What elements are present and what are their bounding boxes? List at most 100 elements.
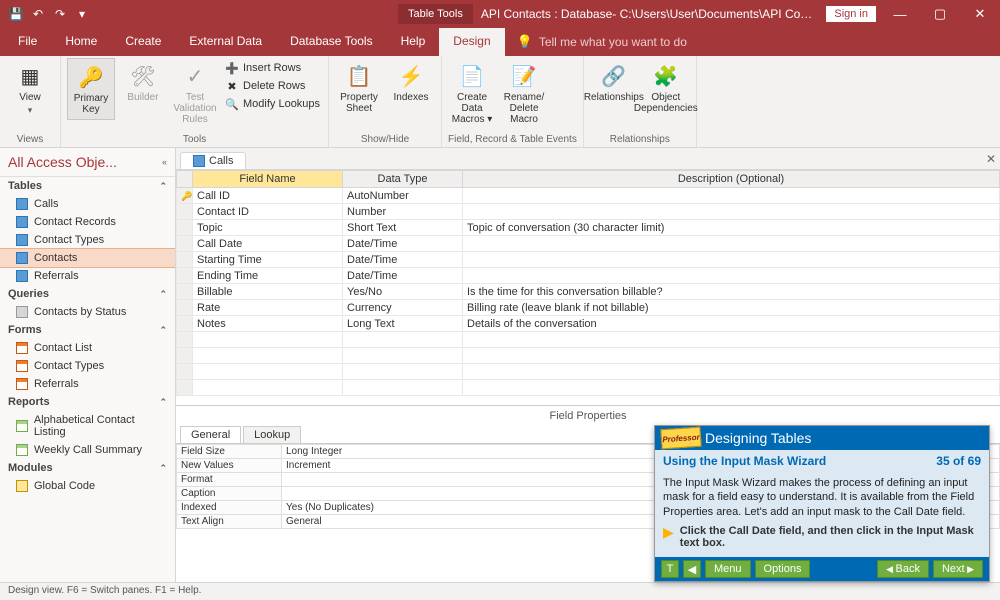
cell-field-name[interactable]: Starting Time — [193, 252, 343, 268]
cell-field-name[interactable]: Call Date — [193, 236, 343, 252]
table-row[interactable]: TopicShort TextTopic of conversation (30… — [177, 220, 1000, 236]
close-button[interactable]: ✕ — [960, 0, 1000, 28]
cell-field-name[interactable]: Rate — [193, 300, 343, 316]
cell-description[interactable]: Is the time for this conversation billab… — [463, 284, 1000, 300]
navpane-item[interactable]: Calls — [0, 195, 175, 213]
navpane-item[interactable]: Alphabetical Contact Listing — [0, 411, 175, 441]
row-selector[interactable] — [177, 220, 193, 236]
cell-description[interactable]: Details of the conversation — [463, 316, 1000, 332]
modify-lookups-button[interactable]: 🔍Modify Lookups — [223, 96, 322, 112]
tutorial-next-button[interactable]: Next — [933, 560, 983, 578]
undo-icon[interactable]: ↶ — [30, 6, 46, 22]
table-row[interactable]: Starting TimeDate/Time — [177, 252, 1000, 268]
property-sheet-button[interactable]: 📋 Property Sheet — [335, 58, 383, 118]
tab-help[interactable]: Help — [387, 28, 440, 56]
navpane-item[interactable]: Contact Types — [0, 357, 175, 375]
create-data-macros-button[interactable]: 📄 Create Data Macros ▾ — [448, 58, 496, 129]
close-document-button[interactable]: ✕ — [986, 152, 996, 166]
tab-home[interactable]: Home — [51, 28, 111, 56]
table-row[interactable]: Ending TimeDate/Time — [177, 268, 1000, 284]
cell-field-name[interactable]: Ending Time — [193, 268, 343, 284]
indexes-button[interactable]: ⚡ Indexes — [387, 58, 435, 107]
fp-tab-general[interactable]: General — [180, 426, 241, 443]
cell-description[interactable] — [463, 268, 1000, 284]
navpane-group-forms[interactable]: Forms⌃ — [0, 321, 175, 339]
cell-description[interactable]: Billing rate (leave blank if not billabl… — [463, 300, 1000, 316]
col-description[interactable]: Description (Optional) — [463, 171, 1000, 188]
cell-data-type[interactable]: Date/Time — [343, 268, 463, 284]
table-row[interactable]: NotesLong TextDetails of the conversatio… — [177, 316, 1000, 332]
row-selector[interactable] — [177, 236, 193, 252]
row-selector[interactable] — [177, 204, 193, 220]
tutorial-back-button[interactable]: Back — [877, 560, 929, 578]
cell-description[interactable] — [463, 188, 1000, 204]
design-grid[interactable]: Field Name Data Type Description (Option… — [176, 170, 1000, 406]
cell-data-type[interactable]: Long Text — [343, 316, 463, 332]
minimize-button[interactable]: — — [880, 0, 920, 28]
row-selector[interactable] — [177, 188, 193, 204]
cell-data-type[interactable]: Yes/No — [343, 284, 463, 300]
tell-me-search[interactable]: 💡 Tell me what you want to do — [505, 28, 687, 56]
table-row[interactable]: Call DateDate/Time — [177, 236, 1000, 252]
chevron-left-icon[interactable]: « — [162, 157, 167, 167]
col-field-name[interactable]: Field Name — [193, 171, 343, 188]
table-row-empty[interactable] — [177, 348, 1000, 364]
cell-field-name[interactable]: Call ID — [193, 188, 343, 204]
navpane-item[interactable]: Contact List — [0, 339, 175, 357]
cell-field-name[interactable]: Topic — [193, 220, 343, 236]
redo-icon[interactable]: ↷ — [52, 6, 68, 22]
cell-data-type[interactable]: Short Text — [343, 220, 463, 236]
cell-description[interactable]: Topic of conversation (30 character limi… — [463, 220, 1000, 236]
table-row[interactable]: Call IDAutoNumber — [177, 188, 1000, 204]
cell-data-type[interactable]: Date/Time — [343, 252, 463, 268]
table-row[interactable]: BillableYes/NoIs the time for this conve… — [177, 284, 1000, 300]
test-rules-button[interactable]: ✓ Test Validation Rules — [171, 58, 219, 129]
navpane-item[interactable]: Contacts — [0, 249, 175, 267]
primary-key-button[interactable]: 🔑 Primary Key — [67, 58, 115, 120]
row-selector[interactable] — [177, 300, 193, 316]
table-row[interactable]: RateCurrencyBilling rate (leave blank if… — [177, 300, 1000, 316]
navpane-item[interactable]: Contact Types — [0, 231, 175, 249]
table-row-empty[interactable] — [177, 364, 1000, 380]
cell-data-type[interactable]: Number — [343, 204, 463, 220]
save-icon[interactable]: 💾 — [8, 6, 24, 22]
tab-database-tools[interactable]: Database Tools — [276, 28, 387, 56]
tab-create[interactable]: Create — [111, 28, 175, 56]
document-tab-calls[interactable]: Calls — [180, 152, 246, 169]
table-row-empty[interactable] — [177, 380, 1000, 396]
tab-file[interactable]: File — [4, 28, 51, 56]
table-row[interactable]: Contact IDNumber — [177, 204, 1000, 220]
tab-external-data[interactable]: External Data — [175, 28, 276, 56]
tutorial-menu-button[interactable]: Menu — [705, 560, 751, 578]
navpane-group-tables[interactable]: Tables⌃ — [0, 177, 175, 195]
qat-customize-icon[interactable]: ▾ — [74, 6, 90, 22]
cell-description[interactable] — [463, 204, 1000, 220]
insert-rows-button[interactable]: ➕Insert Rows — [223, 60, 322, 76]
cell-data-type[interactable]: Currency — [343, 300, 463, 316]
tutorial-prev-step-button[interactable]: ◀ — [683, 560, 701, 578]
tutorial-options-button[interactable]: Options — [755, 560, 811, 578]
fp-tab-lookup[interactable]: Lookup — [243, 426, 301, 443]
maximize-button[interactable]: ▢ — [920, 0, 960, 28]
object-dependencies-button[interactable]: 🧩 Object Dependencies — [642, 58, 690, 118]
navpane-group-reports[interactable]: Reports⌃ — [0, 393, 175, 411]
cell-data-type[interactable]: Date/Time — [343, 236, 463, 252]
row-selector[interactable] — [177, 284, 193, 300]
tab-design[interactable]: Design — [439, 28, 504, 56]
row-selector[interactable] — [177, 268, 193, 284]
rename-delete-macro-button[interactable]: 📝 Rename/ Delete Macro — [500, 58, 548, 129]
view-button[interactable]: ▦ View ▾ — [6, 58, 54, 120]
navpane-group-modules[interactable]: Modules⌃ — [0, 459, 175, 477]
row-selector[interactable] — [177, 252, 193, 268]
delete-rows-button[interactable]: ✖Delete Rows — [223, 78, 322, 94]
signin-button[interactable]: Sign in — [826, 6, 876, 22]
navpane-item[interactable]: Referrals — [0, 375, 175, 393]
cell-data-type[interactable]: AutoNumber — [343, 188, 463, 204]
navpane-item[interactable]: Weekly Call Summary — [0, 441, 175, 459]
cell-description[interactable] — [463, 252, 1000, 268]
row-selector[interactable] — [177, 316, 193, 332]
table-row-empty[interactable] — [177, 332, 1000, 348]
navpane-item[interactable]: Global Code — [0, 477, 175, 495]
navpane-item[interactable]: Contacts by Status — [0, 303, 175, 321]
relationships-button[interactable]: 🔗 Relationships — [590, 58, 638, 107]
